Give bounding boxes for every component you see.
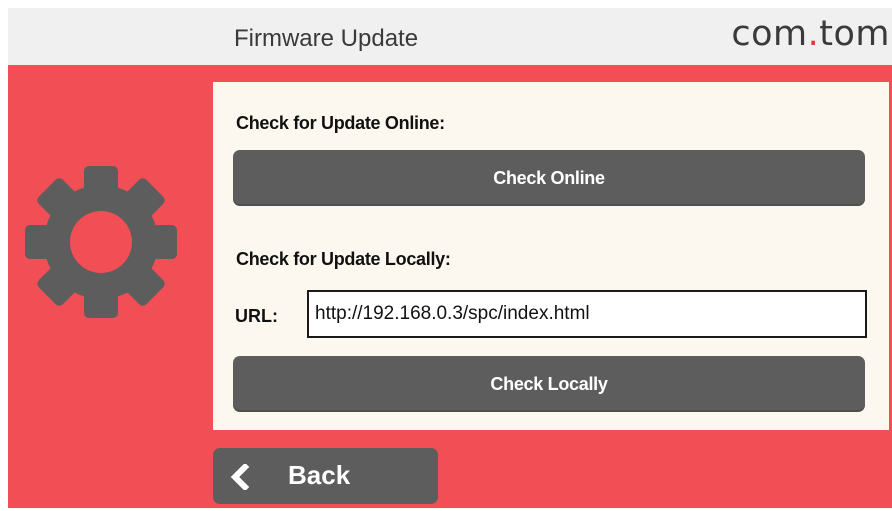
- app-frame: Firmware Update com.tom Check for Update…: [8, 8, 892, 508]
- brand-dot: .: [807, 14, 820, 54]
- brand-name-part2: tom: [819, 14, 890, 54]
- gear-icon: [25, 166, 177, 318]
- header-bar: Firmware Update com.tom: [8, 8, 892, 65]
- check-online-button[interactable]: Check Online: [233, 150, 865, 206]
- update-panel: Check for Update Online: Check Online Ch…: [213, 82, 889, 430]
- check-locally-button[interactable]: Check Locally: [233, 356, 865, 412]
- brand-name-part1: com: [731, 14, 808, 54]
- local-section-label: Check for Update Locally:: [236, 249, 451, 269]
- chevron-left-icon: [230, 464, 250, 490]
- url-input[interactable]: [307, 290, 867, 338]
- online-section-label: Check for Update Online:: [236, 113, 445, 133]
- page-title: Firmware Update: [234, 25, 419, 52]
- back-label: Back: [288, 460, 351, 490]
- url-label: URL:: [235, 306, 278, 326]
- back-button[interactable]: Back: [213, 448, 438, 504]
- url-row: URL:: [235, 290, 867, 342]
- brand-logo: com.tom: [731, 14, 890, 54]
